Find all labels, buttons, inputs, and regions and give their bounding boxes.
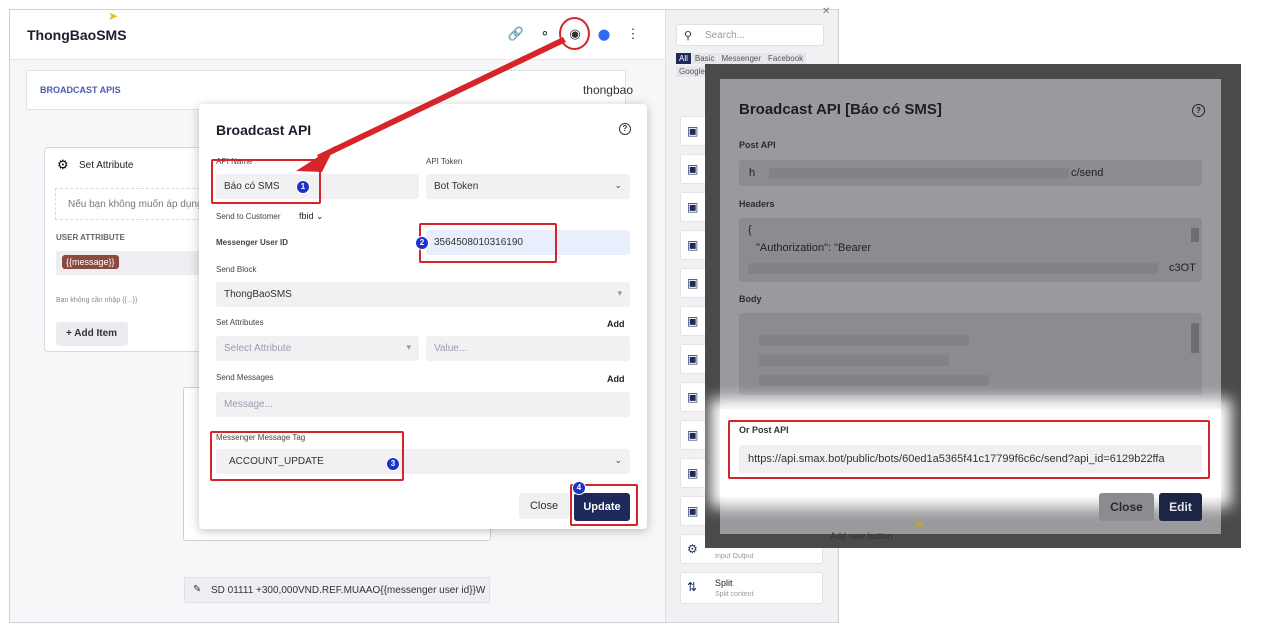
- post-api-start: h: [749, 167, 756, 179]
- headers-label: Headers: [739, 199, 775, 209]
- edit-button[interactable]: Edit: [1159, 493, 1202, 521]
- post-api-label: Post API: [739, 140, 776, 150]
- step-badge-4: 4: [572, 481, 586, 495]
- zoom-modal-title: Broadcast API [Báo có SMS]: [739, 101, 942, 118]
- mouse-cursor-icon: ➤: [914, 517, 925, 531]
- step-badge-1: 1: [296, 180, 310, 194]
- add-new-button-label: Add new button: [830, 531, 893, 541]
- headers-textarea[interactable]: { "Authorization": "Bearer c3OT: [739, 218, 1202, 282]
- body-scrollbar[interactable]: [1191, 323, 1199, 353]
- body-textarea[interactable]: [739, 313, 1202, 395]
- highlight-or-post-api: [728, 420, 1210, 479]
- blurred-text: [759, 375, 989, 386]
- post-api-end: c/send: [1071, 167, 1104, 179]
- body-label: Body: [739, 294, 762, 304]
- blurred-text: [769, 168, 1069, 179]
- help-icon[interactable]: ?: [1192, 104, 1205, 117]
- blurred-text: [759, 355, 949, 366]
- headers-line-2: "Authorization": "Bearer: [756, 242, 872, 254]
- blurred-text: [759, 335, 969, 346]
- post-api-input[interactable]: h c/send: [739, 160, 1202, 186]
- blurred-text: [748, 263, 1158, 274]
- zoom-close-button[interactable]: Close: [1099, 493, 1154, 521]
- step-badge-2: 2: [415, 236, 429, 250]
- step-badge-3: 3: [386, 457, 400, 471]
- headers-line-3-end: c3OT: [1169, 262, 1196, 274]
- headers-scrollbar[interactable]: [1191, 228, 1199, 242]
- mouse-cursor-icon: ➤: [108, 9, 119, 23]
- headers-line-1: {: [748, 224, 752, 236]
